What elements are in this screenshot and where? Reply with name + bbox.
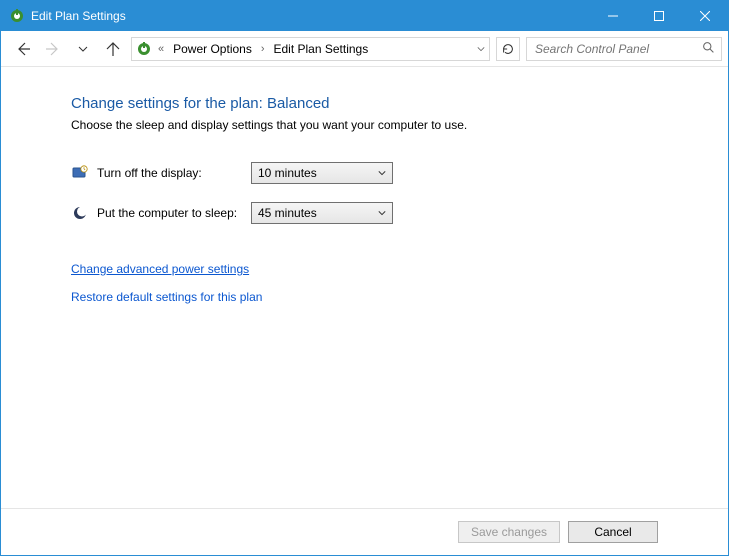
sleep-timeout-row: Put the computer to sleep: 45 minutes [71, 202, 728, 224]
sleep-timeout-value: 45 minutes [258, 206, 317, 220]
arrow-up-icon [105, 41, 121, 57]
advanced-settings-link[interactable]: Change advanced power settings [71, 262, 728, 276]
breadcrumb[interactable]: « Power Options › Edit Plan Settings [131, 37, 490, 61]
power-options-icon [9, 8, 25, 24]
titlebar: Edit Plan Settings [1, 1, 728, 31]
chevron-down-icon [78, 44, 88, 54]
window-controls [590, 1, 728, 31]
chevron-down-icon [378, 206, 386, 220]
display-timeout-value: 10 minutes [258, 166, 317, 180]
minimize-icon [608, 11, 618, 21]
page-heading: Change settings for the plan: Balanced [71, 95, 728, 112]
moon-icon [71, 204, 89, 222]
refresh-icon [501, 42, 515, 56]
save-button[interactable]: Save changes [458, 521, 560, 543]
sleep-timeout-label: Put the computer to sleep: [97, 206, 251, 220]
back-button[interactable] [11, 37, 35, 61]
search-icon[interactable] [702, 41, 715, 57]
navbar: « Power Options › Edit Plan Settings [1, 31, 728, 67]
chevron-right-icon: › [259, 43, 267, 55]
footer: Save changes Cancel [1, 508, 728, 555]
forward-button[interactable] [41, 37, 65, 61]
maximize-button[interactable] [636, 1, 682, 31]
refresh-button[interactable] [496, 37, 520, 61]
maximize-icon [654, 11, 664, 21]
display-timeout-select[interactable]: 10 minutes [251, 162, 393, 184]
content-area: Change settings for the plan: Balanced C… [1, 67, 728, 508]
breadcrumb-item[interactable]: Power Options [170, 42, 255, 56]
search-input[interactable] [533, 41, 702, 57]
search-box[interactable] [526, 37, 722, 61]
links-block: Change advanced power settings Restore d… [71, 262, 728, 304]
chevron-down-icon[interactable] [477, 42, 485, 56]
breadcrumb-item[interactable]: Edit Plan Settings [271, 42, 372, 56]
close-icon [700, 11, 710, 21]
sleep-timeout-select[interactable]: 45 minutes [251, 202, 393, 224]
display-timeout-row: Turn off the display: 10 minutes [71, 162, 728, 184]
arrow-right-icon [45, 41, 61, 57]
display-timeout-label: Turn off the display: [97, 166, 251, 180]
close-button[interactable] [682, 1, 728, 31]
window-title: Edit Plan Settings [31, 9, 126, 23]
page-subtext: Choose the sleep and display settings th… [71, 118, 728, 132]
minimize-button[interactable] [590, 1, 636, 31]
breadcrumb-prefix: « [156, 43, 166, 55]
restore-defaults-link[interactable]: Restore default settings for this plan [71, 290, 728, 304]
display-icon [71, 164, 89, 182]
recent-locations-button[interactable] [71, 37, 95, 61]
up-button[interactable] [101, 37, 125, 61]
window-root: Edit Plan Settings [0, 0, 729, 556]
power-options-icon [136, 41, 152, 57]
chevron-down-icon [378, 166, 386, 180]
arrow-left-icon [15, 41, 31, 57]
cancel-button[interactable]: Cancel [568, 521, 658, 543]
